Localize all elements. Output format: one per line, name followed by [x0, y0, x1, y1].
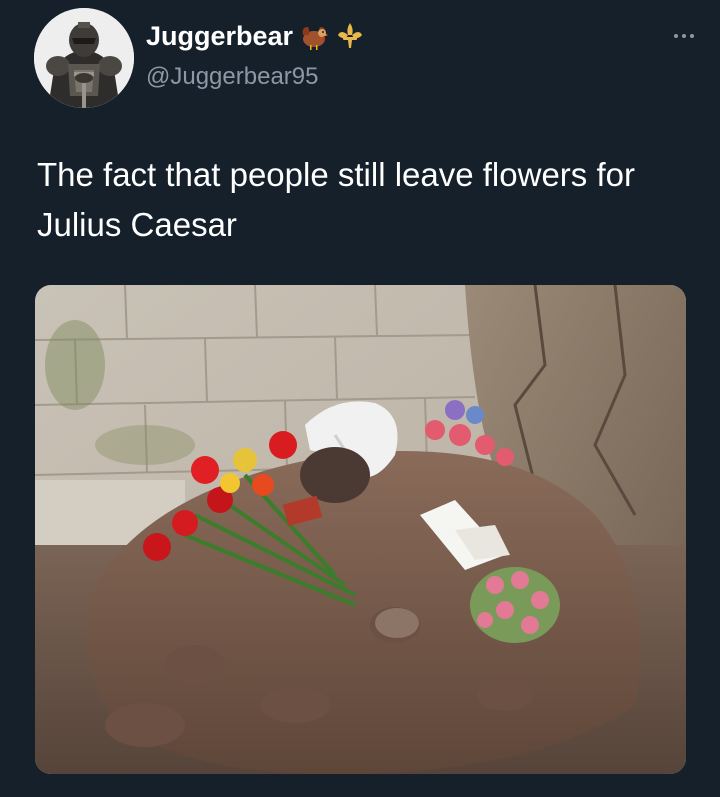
display-name-row[interactable]: Juggerbear — [146, 20, 365, 52]
turkey-emoji-icon — [299, 21, 329, 51]
avatar[interactable] — [34, 8, 134, 108]
tomb-flowers-photo-icon — [35, 285, 686, 774]
ellipsis-icon — [690, 34, 694, 38]
ellipsis-icon — [674, 34, 678, 38]
knight-avatar-icon — [34, 8, 134, 108]
more-options-button[interactable] — [666, 26, 702, 46]
tweet-text: The fact that people still leave flowers… — [37, 156, 635, 243]
display-name[interactable]: Juggerbear — [146, 20, 293, 52]
tweet-photo[interactable] — [35, 285, 686, 774]
ellipsis-icon — [682, 34, 686, 38]
tweet-card: Juggerbear @Juggerbear95 The fact that p… — [0, 0, 720, 797]
user-handle[interactable]: @Juggerbear95 — [146, 62, 318, 92]
fleur-de-lis-icon — [335, 21, 365, 51]
